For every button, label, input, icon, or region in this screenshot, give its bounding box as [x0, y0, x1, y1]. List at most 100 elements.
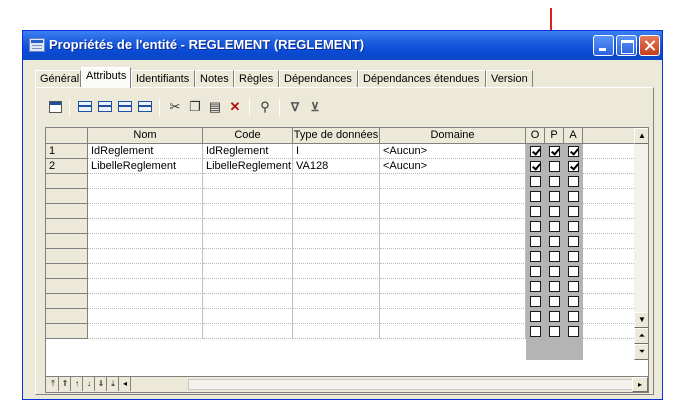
cell-code[interactable] [203, 309, 293, 324]
cell-domaine[interactable] [380, 264, 526, 279]
tab-version[interactable]: Version [486, 70, 533, 87]
checkbox-p[interactable] [549, 221, 560, 232]
cell-code[interactable] [203, 234, 293, 249]
down-icon[interactable]: ↓ [84, 377, 95, 391]
row-header[interactable] [46, 279, 88, 294]
column-header-p[interactable]: P [545, 128, 564, 144]
last-icon[interactable]: ⤓ [108, 377, 119, 391]
first-icon[interactable]: ⤒ [48, 377, 59, 391]
cell-domaine[interactable] [380, 294, 526, 309]
checkbox-p[interactable] [549, 311, 560, 322]
attributes-grid[interactable]: Nom Code Type de données Domaine O P A 1… [45, 127, 649, 377]
up-icon[interactable]: ↑ [72, 377, 83, 391]
checkbox-p[interactable] [549, 266, 560, 277]
maximize-button[interactable] [616, 35, 637, 56]
checkbox-a[interactable] [568, 176, 579, 187]
cell-domaine[interactable]: <Aucun> [380, 159, 526, 174]
row-header[interactable] [46, 249, 88, 264]
checkbox-a[interactable] [568, 266, 579, 277]
cell-type[interactable] [293, 324, 380, 339]
column-header-domaine[interactable]: Domaine [380, 128, 526, 144]
column-header-nom[interactable]: Nom [88, 128, 203, 144]
cell-type[interactable] [293, 189, 380, 204]
cell-domaine[interactable] [380, 324, 526, 339]
checkbox-p[interactable] [549, 296, 560, 307]
checkbox-p[interactable] [549, 281, 560, 292]
tab-general[interactable]: Général [35, 70, 81, 87]
copy-icon[interactable]: ❐ [185, 97, 205, 117]
checkbox-o[interactable] [530, 266, 541, 277]
checkbox-a[interactable] [568, 191, 579, 202]
cell-type[interactable]: I [293, 144, 380, 159]
horizontal-scroll-track[interactable] [188, 379, 633, 390]
cell-nom[interactable] [88, 309, 203, 324]
checkbox-a[interactable] [568, 206, 579, 217]
cell-code[interactable] [203, 204, 293, 219]
row-header[interactable] [46, 204, 88, 219]
cell-domaine[interactable] [380, 204, 526, 219]
cell-nom[interactable] [88, 174, 203, 189]
copy-rows-icon[interactable] [135, 97, 155, 117]
scroll-down-icon[interactable]: ▼ [634, 312, 648, 328]
cell-nom[interactable] [88, 234, 203, 249]
page-up-icon[interactable]: ⇑ [60, 377, 71, 391]
row-header[interactable] [46, 324, 88, 339]
cell-code[interactable] [203, 249, 293, 264]
cell-domaine[interactable] [380, 279, 526, 294]
row-header[interactable]: 1 [46, 144, 88, 159]
row-header[interactable] [46, 234, 88, 249]
insert-row-icon[interactable] [95, 97, 115, 117]
cell-code[interactable]: LibelleReglement [203, 159, 293, 174]
cell-nom[interactable] [88, 294, 203, 309]
cell-code[interactable] [203, 294, 293, 309]
checkbox-o[interactable] [530, 221, 541, 232]
cell-type[interactable] [293, 294, 380, 309]
checkbox-a[interactable] [568, 281, 579, 292]
checkbox-o[interactable] [530, 296, 541, 307]
cell-nom[interactable] [88, 264, 203, 279]
checkbox-o[interactable] [530, 161, 541, 172]
checkbox-a[interactable] [568, 236, 579, 247]
cell-type[interactable] [293, 234, 380, 249]
checkbox-o[interactable] [530, 326, 541, 337]
cell-nom[interactable] [88, 324, 203, 339]
cell-nom[interactable] [88, 189, 203, 204]
row-header[interactable] [46, 264, 88, 279]
row-header[interactable] [46, 174, 88, 189]
minimize-button[interactable] [593, 35, 614, 56]
checkbox-a[interactable] [568, 311, 579, 322]
cell-type[interactable] [293, 174, 380, 189]
cell-domaine[interactable] [380, 309, 526, 324]
cell-code[interactable] [203, 174, 293, 189]
cell-type[interactable]: VA128 [293, 159, 380, 174]
filter-icon[interactable]: ∇ [285, 97, 305, 117]
tab-notes[interactable]: Notes [195, 70, 234, 87]
checkbox-a[interactable] [568, 161, 579, 172]
cell-domaine[interactable]: <Aucun> [380, 144, 526, 159]
cell-type[interactable] [293, 279, 380, 294]
scroll-right-icon[interactable]: ▸ [632, 377, 648, 392]
cut-icon[interactable]: ✂ [165, 97, 185, 117]
cell-type[interactable] [293, 264, 380, 279]
checkbox-o[interactable] [530, 251, 541, 262]
row-header[interactable] [46, 294, 88, 309]
row-header[interactable] [46, 189, 88, 204]
checkbox-p[interactable] [549, 146, 560, 157]
cell-code[interactable] [203, 189, 293, 204]
scroll-up-icon[interactable]: ▲ [634, 128, 648, 144]
close-button[interactable] [639, 35, 660, 56]
checkbox-o[interactable] [530, 236, 541, 247]
checkbox-p[interactable] [549, 326, 560, 337]
cell-nom[interactable] [88, 249, 203, 264]
cell-domaine[interactable] [380, 219, 526, 234]
page-up-scroll-icon[interactable]: ⏶ [634, 328, 648, 344]
checkbox-o[interactable] [530, 146, 541, 157]
cell-domaine[interactable] [380, 174, 526, 189]
cell-type[interactable] [293, 204, 380, 219]
properties-icon[interactable] [45, 97, 65, 117]
paste-icon[interactable]: ▤ [205, 97, 225, 117]
checkbox-p[interactable] [549, 251, 560, 262]
checkbox-a[interactable] [568, 326, 579, 337]
add-columns-icon[interactable] [115, 97, 135, 117]
page-down-icon[interactable]: ⇓ [96, 377, 107, 391]
